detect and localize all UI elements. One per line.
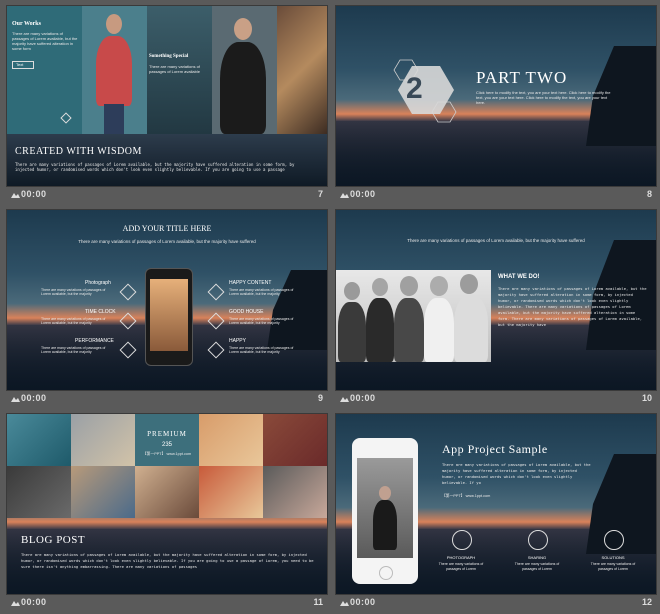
feature-label: TIME CLOCK bbox=[85, 309, 116, 315]
slide-thumb-11[interactable]: PREMIUM 235 【第一PPT】 www.1ppt.com BLOG PO… bbox=[7, 414, 327, 614]
timing: 00:00 bbox=[21, 393, 47, 403]
slide-preview: There are many variations of passages of… bbox=[336, 210, 656, 390]
animation-icon bbox=[340, 397, 349, 402]
feature-text: There are many variations of passages of… bbox=[229, 317, 294, 325]
phone-mockup bbox=[145, 268, 193, 366]
status-bar: 00:00 10 bbox=[336, 391, 656, 409]
animation-icon bbox=[11, 601, 20, 606]
timing: 00:00 bbox=[350, 597, 376, 607]
feature-label: Photograph bbox=[85, 280, 111, 286]
woman-photo bbox=[82, 6, 147, 134]
slide-number: 7 bbox=[317, 189, 323, 199]
part-number: 2 bbox=[406, 72, 423, 105]
slide-number: 8 bbox=[646, 189, 652, 199]
premium-url: 【第一PPT】 www.1ppt.com bbox=[142, 452, 192, 456]
feature-label: GOOD HOUSE bbox=[229, 309, 264, 315]
timing: 00:00 bbox=[350, 393, 376, 403]
side-text: There are many variations of passages of… bbox=[12, 31, 78, 51]
feature-label: SOLUTIONS bbox=[601, 555, 625, 560]
hexagon-icon bbox=[393, 59, 457, 123]
diamond-icon bbox=[207, 283, 225, 301]
slide-number: 12 bbox=[641, 597, 652, 607]
feature-label: HAPPY bbox=[229, 338, 246, 344]
status-bar: 00:00 11 bbox=[7, 595, 327, 613]
phone-mockup bbox=[352, 438, 418, 584]
timing: 00:00 bbox=[350, 189, 376, 199]
feature-icon bbox=[452, 530, 472, 550]
slide-title: ADD YOUR TITLE HERE bbox=[122, 224, 212, 233]
slide-body: Click here to modify the text, you are y… bbox=[476, 90, 611, 105]
slide-preview: Our Works There are many variations of p… bbox=[7, 6, 327, 186]
feature-text: There are many variations of passages of… bbox=[590, 562, 636, 571]
premium-tile bbox=[135, 414, 199, 466]
slide-number: 10 bbox=[641, 393, 652, 403]
status-bar: 00:00 8 bbox=[336, 187, 656, 205]
diamond-icon bbox=[119, 283, 137, 301]
animation-icon bbox=[11, 193, 20, 198]
slide-thumb-12[interactable]: App Project Sample There are many variat… bbox=[336, 414, 656, 614]
slide-number: 11 bbox=[313, 597, 323, 607]
feature-icon bbox=[604, 530, 624, 550]
slide-number: 9 bbox=[317, 393, 323, 403]
slide-subtitle: There are many variations of passages of… bbox=[407, 238, 585, 243]
feature-label: SHARING bbox=[527, 555, 547, 560]
feature-text: There are many variations of passages of… bbox=[41, 317, 106, 325]
guitar-photo bbox=[277, 6, 327, 134]
section-heading: WHAT WE DO! bbox=[498, 274, 540, 280]
slide-title: CREATED WITH WISDOM bbox=[15, 146, 142, 157]
slide-subtitle: There are many variations of passages of… bbox=[78, 239, 256, 244]
status-bar: 00:00 9 bbox=[7, 391, 327, 409]
premium-number: 235 bbox=[161, 442, 172, 448]
feature-text: There are many variations of passages of… bbox=[41, 288, 106, 296]
timing: 00:00 bbox=[21, 597, 47, 607]
status-bar: 00:00 7 bbox=[7, 187, 327, 205]
animation-icon bbox=[340, 601, 349, 606]
slide-title: PART TWO bbox=[476, 68, 568, 87]
animation-icon bbox=[11, 397, 20, 402]
slide-body: There are many variations of passages of… bbox=[442, 462, 591, 485]
overlay-text: There are many variations of passages of… bbox=[149, 64, 200, 74]
feature-icon bbox=[528, 530, 548, 550]
timing: 00:00 bbox=[21, 189, 47, 199]
slide-body: There are many variations of passages of… bbox=[15, 162, 295, 172]
slide-preview: ADD YOUR TITLE HERE There are many varia… bbox=[7, 210, 327, 390]
slide-body: There are many variations of passages of… bbox=[498, 286, 647, 327]
feature-label: PERFORMANCE bbox=[75, 338, 114, 344]
slide-title: App Project Sample bbox=[442, 442, 548, 456]
slide-thumb-7[interactable]: Our Works There are many variations of p… bbox=[7, 6, 327, 206]
slide-body: There are many variations of passages of… bbox=[21, 552, 314, 569]
feature-text: There are many variations of passages of… bbox=[229, 346, 294, 354]
feature-text: There are many variations of passages of… bbox=[438, 562, 484, 571]
status-bar: 00:00 12 bbox=[336, 595, 656, 613]
animation-icon bbox=[340, 193, 349, 198]
slide-thumb-10[interactable]: There are many variations of passages of… bbox=[336, 210, 656, 410]
side-title: Our Works bbox=[12, 21, 41, 27]
feature-label: HAPPY CONTENT bbox=[229, 280, 272, 286]
feature-text: There are many variations of passages of… bbox=[41, 346, 106, 354]
feature-text: There are many variations of passages of… bbox=[229, 288, 294, 296]
slide-url: 【第一PPT】 www.1ppt.com bbox=[442, 494, 491, 498]
overlay-title: Something Special bbox=[149, 54, 189, 59]
slide-title: BLOG POST bbox=[21, 534, 86, 546]
slide-thumb-8[interactable]: 2 PART TWO Click here to modify the text… bbox=[336, 6, 656, 206]
premium-label: PREMIUM bbox=[147, 430, 187, 438]
slide-thumb-9[interactable]: ADD YOUR TITLE HERE There are many varia… bbox=[7, 210, 327, 410]
bottom-band bbox=[7, 134, 327, 186]
slide-preview: App Project Sample There are many variat… bbox=[336, 414, 656, 594]
feature-label: PHOTOGRAPH bbox=[446, 555, 476, 560]
slide-preview: PREMIUM 235 【第一PPT】 www.1ppt.com BLOG PO… bbox=[7, 414, 327, 594]
slide-preview: 2 PART TWO Click here to modify the text… bbox=[336, 6, 656, 186]
team-photo bbox=[336, 270, 491, 362]
side-button[interactable]: Text bbox=[12, 61, 34, 69]
feature-text: There are many variations of passages of… bbox=[514, 562, 560, 571]
man-photo bbox=[212, 6, 277, 134]
